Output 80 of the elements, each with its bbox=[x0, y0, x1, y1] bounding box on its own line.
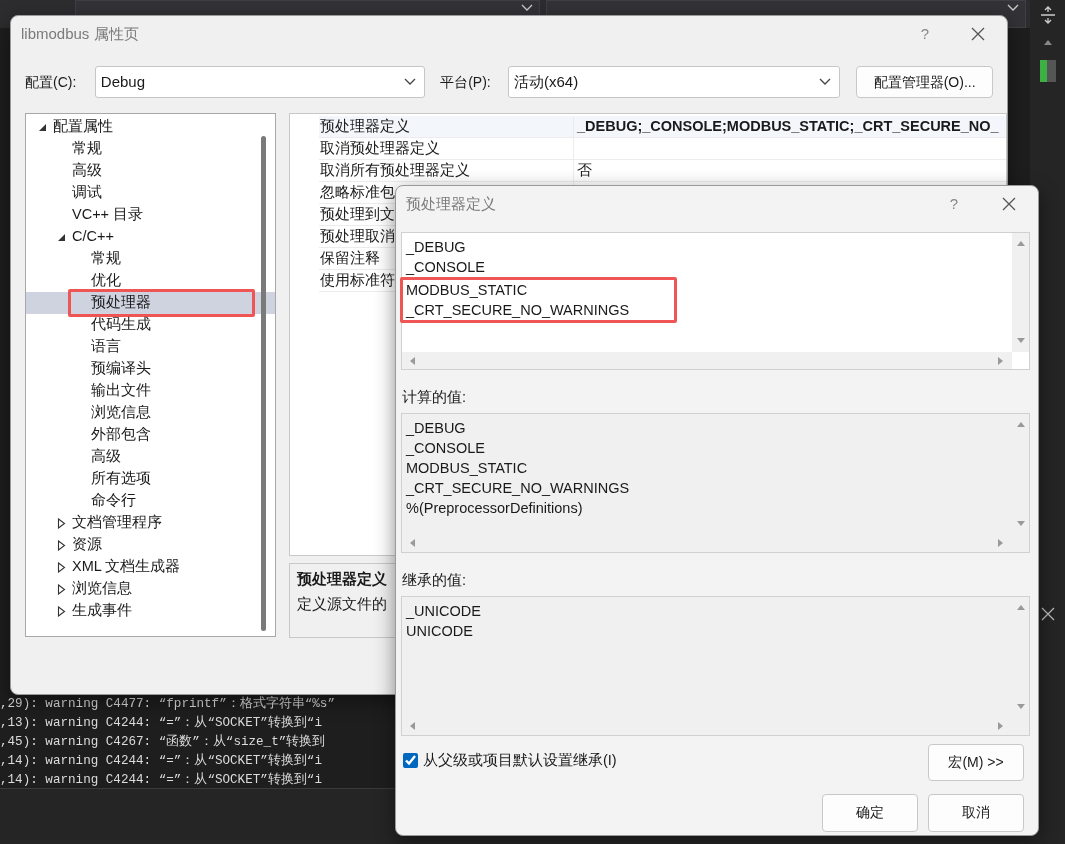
output-line: ,45): warning C4267: “函数”：从“size_t”转换到 bbox=[0, 733, 326, 751]
section-label: 计算的值: bbox=[402, 388, 468, 407]
definition-line: _CRT_SECURE_NO_WARNINGS bbox=[406, 478, 631, 498]
scrollbar[interactable] bbox=[402, 352, 1012, 369]
collapsed-icon[interactable] bbox=[56, 583, 66, 595]
tree-item[interactable]: 代码生成 bbox=[26, 314, 275, 336]
tree-item[interactable]: C/C++ bbox=[26, 226, 275, 248]
output-line: ,14): warning C4244: “=”：从“SOCKET”转换到“i bbox=[0, 752, 322, 770]
expanded-icon[interactable] bbox=[56, 232, 66, 242]
config-dropdown[interactable]: Debug bbox=[94, 66, 426, 98]
tree-item[interactable]: 常规 bbox=[26, 248, 275, 270]
description-text: 定义源文件的 bbox=[297, 594, 387, 614]
ok-button[interactable]: 确定 bbox=[822, 793, 918, 832]
tree-item[interactable]: 浏览信息 bbox=[26, 402, 275, 424]
config-manager-button[interactable]: 配置管理器(O)... bbox=[856, 66, 993, 98]
tree-item[interactable]: 预处理器 bbox=[26, 292, 275, 314]
tree-item[interactable]: 外部包含 bbox=[26, 424, 275, 446]
tree-item[interactable]: 高级 bbox=[26, 160, 275, 182]
tree-item[interactable]: 语言 bbox=[26, 336, 275, 358]
property-row[interactable]: 取消所有预处理器定义 否 bbox=[290, 160, 1006, 182]
collapsed-icon[interactable] bbox=[56, 539, 66, 551]
tree-item[interactable]: VC++ 目录 bbox=[26, 204, 275, 226]
tree-item[interactable]: 生成事件 bbox=[26, 600, 275, 622]
definition-line: MODBUS_STATIC bbox=[406, 281, 529, 300]
tree-item[interactable]: 调试 bbox=[26, 182, 275, 204]
scroll-left-icon[interactable] bbox=[408, 355, 418, 366]
output-line: ,29): warning C4477: “fprintf”：格式字符串“%s” bbox=[0, 695, 335, 713]
tree-item[interactable]: 优化 bbox=[26, 270, 275, 292]
definition-line: _CONSOLE bbox=[406, 258, 486, 277]
caret-icon[interactable] bbox=[819, 78, 832, 86]
tree-item[interactable]: XML 文档生成器 bbox=[26, 556, 275, 578]
collapsed-icon[interactable] bbox=[56, 561, 66, 573]
checkbox-label: 从父级或项目默认设置继承(I) bbox=[423, 750, 617, 770]
tree-item[interactable]: 预编译头 bbox=[26, 358, 275, 380]
tree-item[interactable]: 常规 bbox=[26, 138, 275, 160]
collapsed-icon[interactable] bbox=[56, 605, 66, 617]
definition-line: MODBUS_STATIC bbox=[406, 458, 529, 478]
scrollbar[interactable] bbox=[1012, 233, 1029, 352]
output-line: ,14): warning C4244: “=”：从“SOCKET”转换到“i bbox=[0, 771, 322, 789]
definition-line: _CRT_SECURE_NO_WARNINGS bbox=[406, 301, 630, 320]
tree-item[interactable]: 输出文件 bbox=[26, 380, 275, 402]
tree-item[interactable]: 浏览信息 bbox=[26, 578, 275, 600]
inherit-checkbox[interactable] bbox=[403, 752, 418, 768]
cancel-button[interactable]: 取消 bbox=[928, 793, 1024, 832]
output-line: ,13): warning C4244: “=”：从“SOCKET”转换到“i bbox=[0, 714, 322, 732]
caret-icon[interactable] bbox=[404, 78, 417, 86]
tree-item[interactable]: 高级 bbox=[26, 446, 275, 468]
tree-item[interactable]: 配置属性 bbox=[26, 116, 275, 138]
platform-dropdown[interactable]: 活动(x64) bbox=[508, 66, 841, 98]
scroll-left-icon[interactable] bbox=[408, 721, 418, 731]
close-icon[interactable] bbox=[1039, 606, 1056, 622]
definition-line: _UNICODE bbox=[406, 601, 482, 621]
tree-item[interactable]: 所有选项 bbox=[26, 468, 275, 490]
tree-item[interactable]: 资源 bbox=[26, 534, 275, 556]
window-title: 预处理器定义 bbox=[406, 193, 496, 214]
close-icon[interactable] bbox=[1001, 196, 1017, 212]
definition-line: UNICODE bbox=[406, 621, 474, 641]
definition-line: _DEBUG bbox=[406, 238, 467, 257]
definition-line: _CONSOLE bbox=[406, 438, 486, 458]
expanded-icon[interactable] bbox=[37, 122, 47, 132]
close-icon[interactable] bbox=[970, 26, 986, 42]
field-label: 配置(C): bbox=[25, 72, 78, 92]
definition-line: %(PreprocessorDefinitions) bbox=[406, 498, 584, 518]
property-row[interactable]: 取消预处理器定义 bbox=[290, 138, 1006, 160]
scroll-left-icon[interactable] bbox=[408, 538, 418, 549]
definitions-text-area[interactable]: _DEBUG _CONSOLE MODBUS_STATIC _CRT_SECURE_NO_WARNINGS bbox=[401, 232, 1030, 370]
definition-line: _DEBUG bbox=[406, 418, 467, 438]
splitter-icon[interactable] bbox=[1039, 6, 1056, 24]
tree-item[interactable]: 命令行 bbox=[26, 490, 275, 512]
collapsed-icon[interactable] bbox=[56, 517, 66, 529]
window-title: libmodbus 属性页 bbox=[21, 23, 139, 44]
scroll-up-icon[interactable] bbox=[1015, 239, 1026, 249]
scroll-up-icon[interactable] bbox=[1042, 38, 1053, 48]
tree-item[interactable]: 文档管理程序 bbox=[26, 512, 275, 534]
macros-button[interactable]: 宏(M) >> bbox=[928, 743, 1024, 781]
section-label: 继承的值: bbox=[402, 570, 468, 590]
field-label: 平台(P): bbox=[440, 72, 492, 92]
description-title: 预处理器定义 bbox=[297, 570, 387, 589]
scrollbar-thumb[interactable] bbox=[261, 136, 266, 631]
scrollbar-thumb[interactable] bbox=[1039, 60, 1056, 82]
